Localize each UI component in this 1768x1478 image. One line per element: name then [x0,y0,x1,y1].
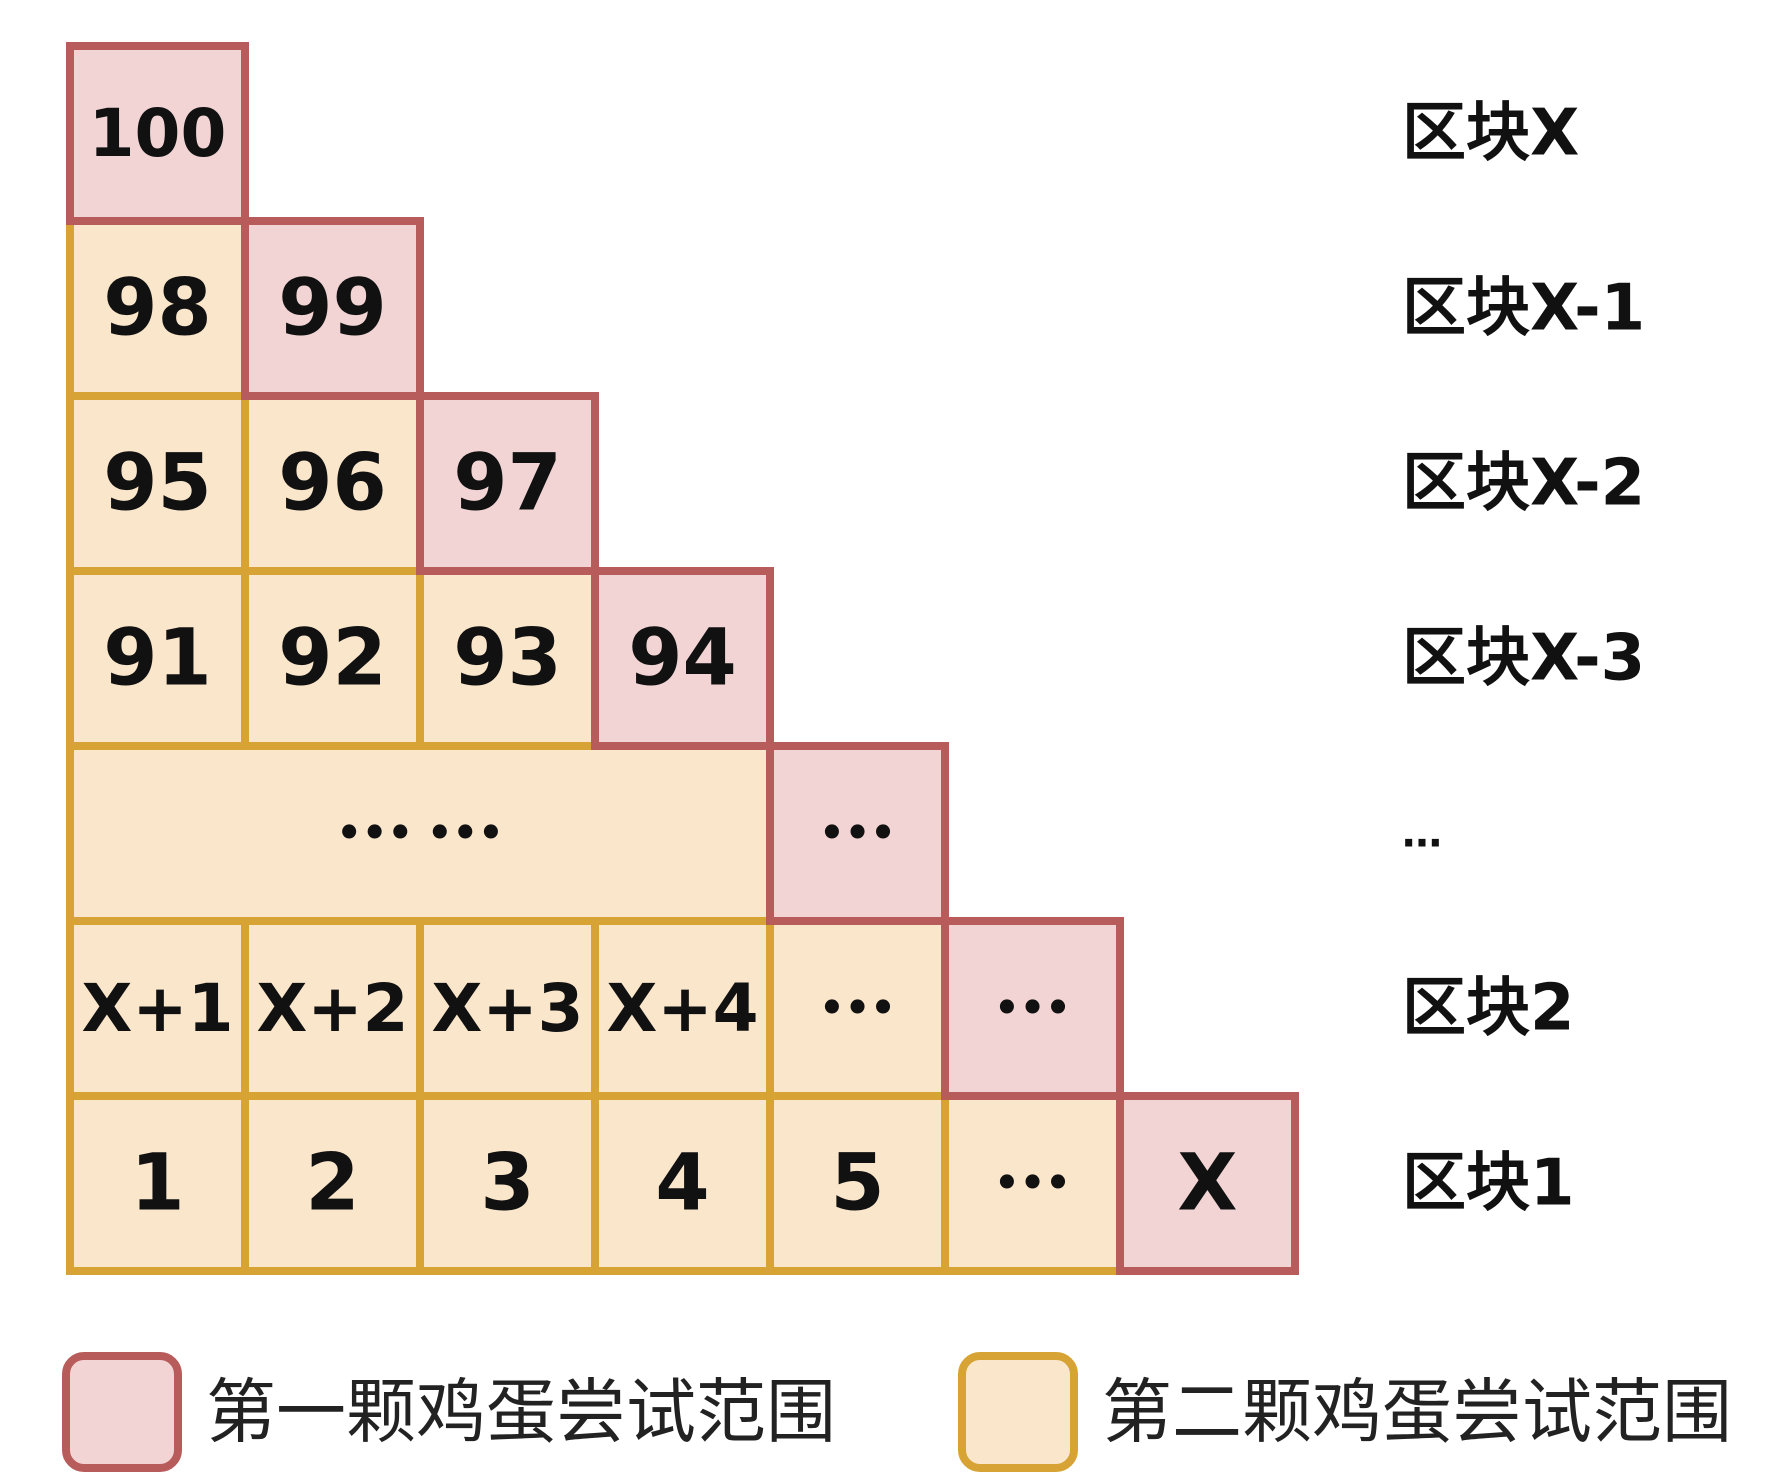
legend-swatch-first [62,1352,182,1472]
cell-label: 95 [103,439,212,529]
cell-label: ••• [994,1161,1071,1207]
cell-label: X [1177,1139,1237,1229]
cell-label: ••• [819,986,896,1032]
cell-label: 96 [278,439,387,529]
cell-label: ••• [994,986,1071,1032]
row-label: … [1402,811,1442,857]
cell-label: ••• [819,811,896,857]
row-labels: 区块X 区块X-1 区块X-2 区块X-3 … 区块2 区块1 [1402,97,1645,1221]
cell-label: X+1 [81,970,233,1047]
cell-label: 98 [103,264,212,354]
cell-label: ••• ••• [336,811,503,857]
cell-label: 3 [480,1139,534,1229]
legend: 第一颗鸡蛋尝试范围 第二颗鸡蛋尝试范围 [62,1352,1732,1472]
cell-label: X+4 [606,970,758,1047]
cell-label: 97 [453,439,562,529]
row-label: 区块2 [1402,972,1575,1046]
row-label: 区块X-1 [1402,272,1645,346]
cell-label: 99 [278,264,387,354]
cell-label: 94 [628,614,737,704]
cell-label: 100 [89,95,227,172]
legend-label: 第一颗鸡蛋尝试范围 [206,1371,836,1453]
row-label: 区块X [1402,97,1579,171]
cell-label: 1 [130,1139,184,1229]
legend-swatch-second [958,1352,1078,1472]
egg-drop-block-diagram: 98 95 96 91 92 93 ••• ••• X+1 X+2 X+3 X+4 ••• 1 2 3 4 5 •… [62,42,1732,1472]
cell-label: X+3 [431,970,583,1047]
row-label: 区块X-2 [1402,447,1645,521]
cell-label: 91 [103,614,212,704]
block-grid: 98 95 96 91 92 93 ••• ••• X+1 X+2 X+3 X+4 ••• 1 2 3 4 5 •… [66,42,1299,1275]
cell-label: 4 [655,1139,709,1229]
cell-label: 92 [278,614,387,704]
cell-label: 2 [305,1139,359,1229]
row-label: 区块X-3 [1402,622,1645,696]
row-label: 区块1 [1402,1147,1575,1221]
cell-label: 93 [453,614,562,704]
cell-label: X+2 [256,970,408,1047]
cell-label: 5 [830,1139,884,1229]
legend-label: 第二颗鸡蛋尝试范围 [1102,1371,1732,1453]
